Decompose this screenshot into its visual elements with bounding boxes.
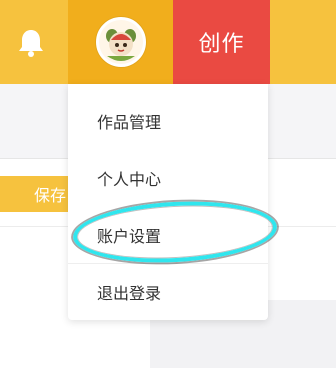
menu-item-logout[interactable]: 退出登录 — [68, 263, 268, 320]
bell-icon[interactable] — [14, 26, 48, 60]
save-button-label: 保存 — [34, 186, 67, 205]
menu-item-label: 账户设置 — [97, 226, 162, 246]
user-avatar[interactable] — [95, 17, 146, 67]
menu-item-label: 作品管理 — [97, 112, 162, 132]
create-button-label: 创作 — [198, 32, 245, 57]
top-navigation-bar: 创作 — [0, 0, 336, 84]
create-button[interactable]: 创作 — [173, 0, 270, 84]
menu-item-label: 个人中心 — [97, 169, 162, 189]
user-avatar-tab[interactable] — [68, 0, 173, 84]
menu-item-personal-center[interactable]: 个人中心 — [68, 149, 268, 206]
menu-item-account-settings[interactable]: 账户设置 — [68, 206, 268, 263]
menu-item-works-management[interactable]: 作品管理 — [68, 92, 268, 149]
user-dropdown-menu: 作品管理 个人中心 账户设置 退出登录 — [68, 84, 268, 320]
menu-item-label: 退出登录 — [97, 284, 162, 303]
